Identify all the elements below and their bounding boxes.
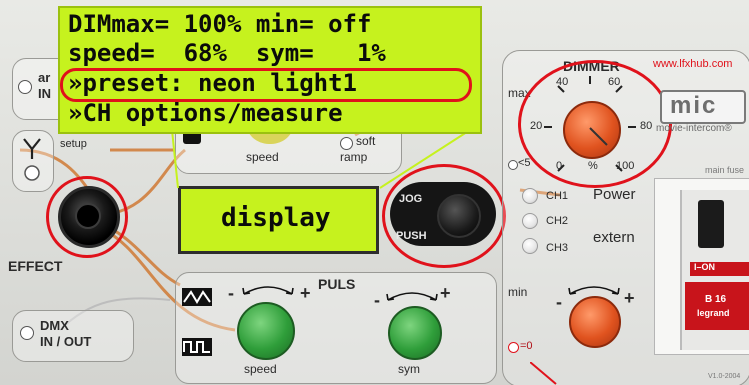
lcd-line-4: »CH options/measure bbox=[68, 99, 343, 127]
preset-highlight bbox=[60, 68, 472, 102]
control-panel: ar IN setup EFFECT DMX IN / OUT speed so… bbox=[0, 0, 749, 385]
lcd-line-2: speed= 68% sym= 1% bbox=[68, 39, 386, 67]
lcd-line-1: DIMmax= 100% min= off bbox=[68, 10, 372, 38]
lcd-popup: DIMmax= 100% min= off speed= 68% sym= 1%… bbox=[58, 6, 482, 134]
